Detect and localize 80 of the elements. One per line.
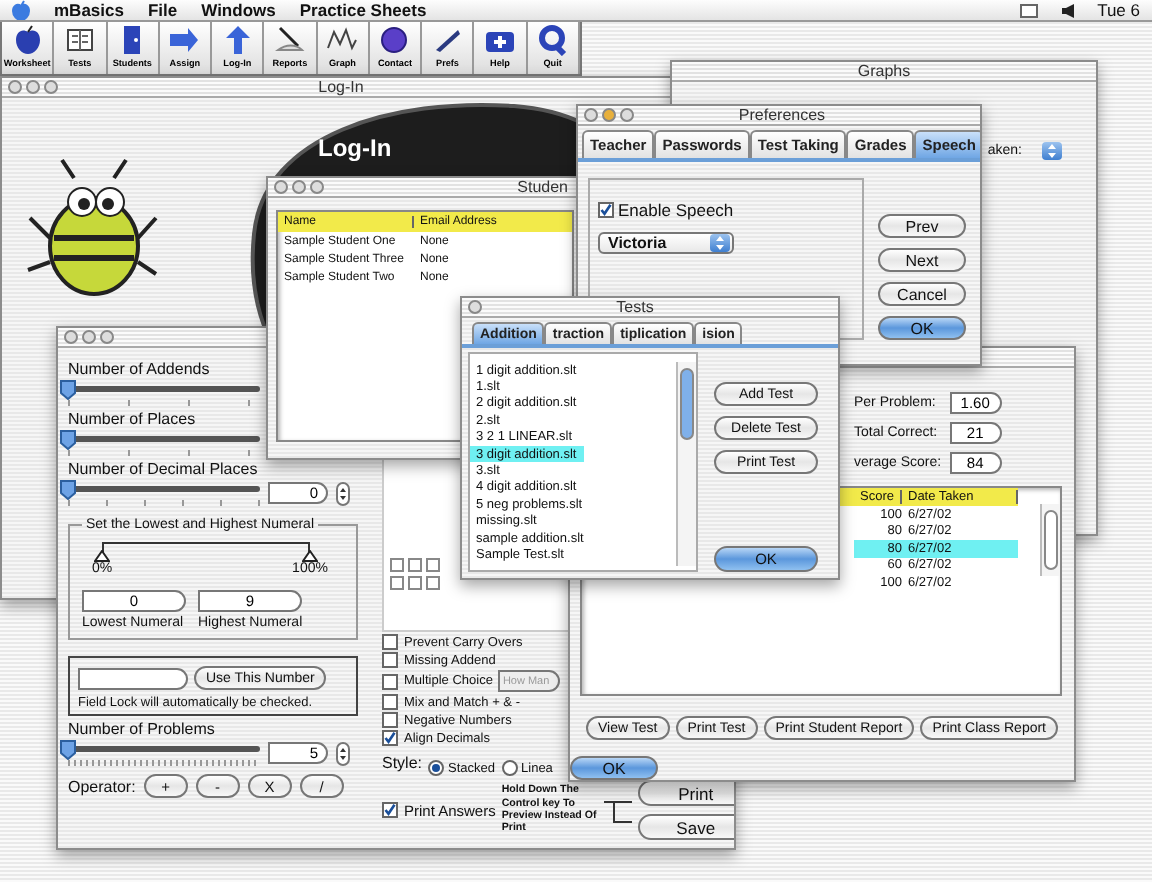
print-button[interactable]: Print: [637, 780, 734, 806]
digit-square: [390, 558, 404, 572]
checkbox[interactable]: [382, 694, 398, 710]
window-title: Tests: [614, 298, 656, 316]
slider-thumb[interactable]: [60, 430, 76, 450]
menu-item[interactable]: Windows: [201, 0, 276, 20]
bracket-line: [603, 796, 632, 824]
graph-icon: [326, 24, 359, 56]
digit-square: [408, 558, 422, 572]
checkbox[interactable]: [382, 712, 398, 728]
minimize-button[interactable]: [602, 108, 616, 122]
save-button[interactable]: Save: [637, 814, 734, 840]
voice-dropdown[interactable]: Victoria: [598, 232, 734, 254]
checkbox[interactable]: [382, 673, 398, 689]
digit-square: [390, 576, 404, 590]
zoom-button[interactable]: [44, 80, 58, 94]
close-button[interactable]: [584, 108, 598, 122]
checkbox[interactable]: [382, 652, 398, 668]
dialog-button[interactable]: OK: [878, 316, 966, 340]
window-title: Graphs: [855, 62, 913, 80]
slider-label: Number of Addends: [68, 360, 212, 378]
up-arrow-icon: [221, 24, 254, 56]
window-title: Log-In: [316, 78, 366, 96]
pencil-icon: [273, 24, 306, 56]
speaker-icon[interactable]: [1061, 3, 1074, 17]
range-bar[interactable]: [102, 542, 310, 552]
minimize-button[interactable]: [82, 330, 96, 344]
zoom-button[interactable]: [310, 180, 324, 194]
menu-item[interactable]: Practice Sheets: [299, 0, 427, 20]
checkbox[interactable]: [598, 202, 614, 218]
close-button[interactable]: [274, 180, 288, 194]
slider-thumb[interactable]: [94, 550, 110, 562]
updown-icon: [710, 234, 730, 252]
stepper[interactable]: [336, 481, 350, 505]
slider-thumb[interactable]: [60, 480, 76, 500]
dialog-button[interactable]: Prev: [878, 214, 966, 238]
dialog-button[interactable]: Cancel: [878, 282, 966, 306]
arrow-icon: [168, 24, 201, 56]
slider-thumb[interactable]: [302, 550, 318, 562]
zoom-button[interactable]: [620, 108, 634, 122]
radio-button[interactable]: [428, 760, 445, 776]
close-button[interactable]: [8, 80, 22, 94]
login-heading: Log-In: [318, 134, 392, 162]
clock: Tue 6: [1097, 0, 1140, 20]
digit-square: [426, 558, 440, 572]
operator-label: Operator:: [68, 777, 136, 795]
slider-label: Number of Places: [68, 410, 198, 428]
checkbox[interactable]: [382, 802, 398, 818]
close-button[interactable]: [468, 300, 482, 314]
scrollbar[interactable]: [676, 362, 696, 566]
slider-thumb[interactable]: [60, 380, 76, 400]
window-title: Preferences: [736, 106, 828, 124]
number-field[interactable]: [78, 667, 188, 689]
digit-square: [408, 576, 422, 590]
ring-icon: [536, 24, 569, 56]
dialog-button[interactable]: Next: [878, 248, 966, 272]
apple-icon[interactable]: [12, 0, 30, 20]
scrollbar[interactable]: [1040, 503, 1060, 576]
slider-label: Number of Decimal Places: [68, 460, 260, 478]
zoom-button[interactable]: [100, 330, 114, 344]
slider-thumb[interactable]: [60, 740, 76, 760]
notebook-icon: [63, 24, 96, 56]
minimize-button[interactable]: [292, 180, 306, 194]
checkbox[interactable]: [382, 634, 398, 650]
stepper[interactable]: [336, 741, 350, 765]
minimize-button[interactable]: [26, 80, 40, 94]
display-icon[interactable]: [1019, 3, 1038, 17]
digit-square: [426, 576, 440, 590]
checkbox-label: Enable Speech: [618, 200, 734, 220]
slider-label: Number of Problems: [68, 720, 217, 738]
menu-item[interactable]: File: [147, 0, 178, 20]
menu-item[interactable]: mBasics: [54, 0, 124, 20]
close-button[interactable]: [64, 330, 78, 344]
apple-icon: [11, 24, 44, 56]
ok-button[interactable]: OK: [570, 756, 658, 780]
radio-button[interactable]: [501, 760, 518, 776]
checkbox[interactable]: [382, 730, 398, 746]
style-label: Style:: [382, 753, 423, 771]
window-title: Studen: [515, 178, 570, 196]
filter-dropdown[interactable]: [1042, 142, 1062, 160]
